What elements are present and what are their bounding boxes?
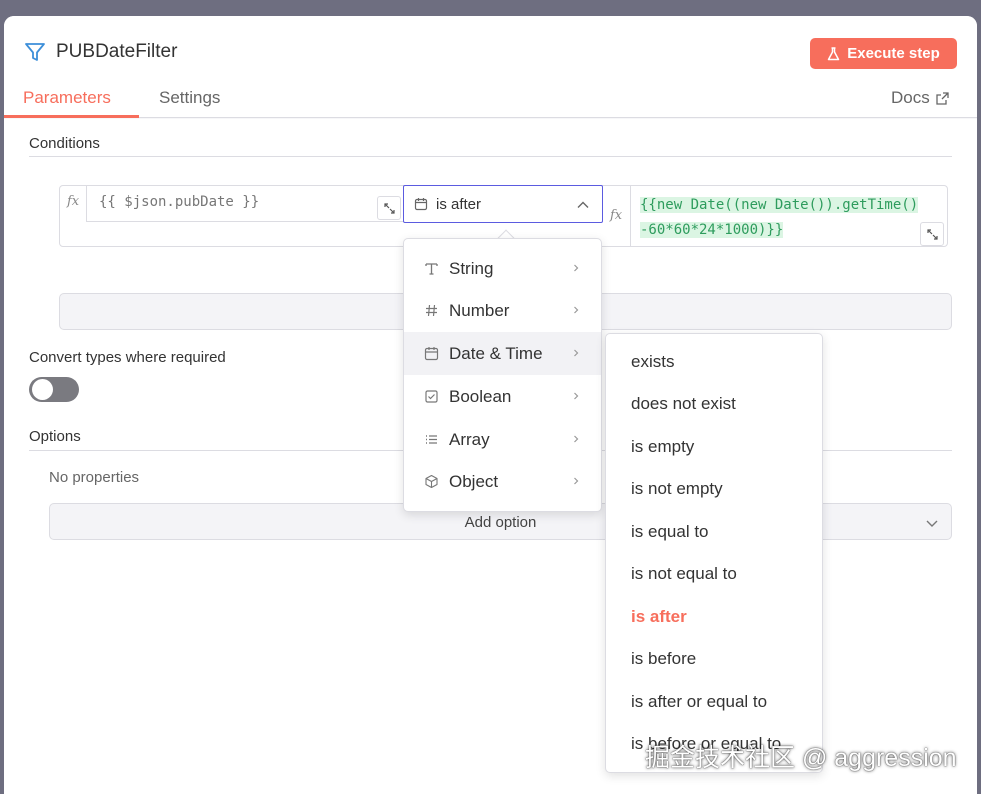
conditions-divider <box>29 156 952 157</box>
node-title[interactable]: PUBDateFilter <box>56 41 177 63</box>
left-value-text: {{ $json.pubDate }} <box>99 194 260 210</box>
type-menu-label: Date & Time <box>449 344 543 363</box>
chevron-right-icon <box>574 435 579 443</box>
active-tab-indicator <box>4 115 139 118</box>
type-menu: String Number Date & Time Boolean Array <box>403 238 602 512</box>
type-menu-item-date-time[interactable]: Date & Time <box>404 332 601 375</box>
expand-editor-button[interactable] <box>377 196 401 220</box>
operator-option-exists[interactable]: exists <box>631 352 674 372</box>
tab-parameters[interactable]: Parameters <box>23 88 111 108</box>
operator-option-does-not-exist[interactable]: does not exist <box>631 394 736 414</box>
operator-option-is-empty[interactable]: is empty <box>631 437 694 457</box>
convert-types-label: Convert types where required <box>29 349 226 366</box>
conditions-label: Conditions <box>29 135 100 152</box>
list-icon <box>426 435 437 444</box>
type-menu-label: Array <box>449 430 490 449</box>
fx-icon: fx <box>67 194 80 209</box>
operator-menu: exists does not exist is empty is not em… <box>605 333 823 773</box>
chevron-up-icon <box>577 201 589 208</box>
watermark: 掘金技术社区 @ aggression <box>645 744 957 772</box>
operator-select[interactable]: is after <box>403 185 603 223</box>
type-menu-label: Boolean <box>449 387 512 406</box>
type-menu-item-number[interactable]: Number <box>404 289 601 332</box>
docs-link[interactable]: Docs <box>891 88 949 108</box>
right-value-separator <box>630 185 631 247</box>
no-properties-text: No properties <box>49 469 140 486</box>
convert-types-toggle[interactable] <box>29 377 79 402</box>
expand-icon <box>926 228 938 240</box>
expand-editor-button-right[interactable] <box>920 222 944 246</box>
flask-icon <box>827 46 840 60</box>
type-menu-item-boolean[interactable]: Boolean <box>404 375 601 418</box>
right-value-line1: {{new Date((new Date()).getTime() <box>640 197 919 213</box>
chevron-right-icon <box>574 477 579 485</box>
left-value-input[interactable]: {{ $json.pubDate }} <box>86 185 404 222</box>
type-menu-item-array[interactable]: Array <box>404 418 601 461</box>
fx-icon-right: fx <box>610 208 623 223</box>
cube-icon <box>425 474 438 489</box>
operator-value: is after <box>436 196 482 213</box>
right-value-line2: -60*60*24*1000)}} <box>640 222 784 238</box>
chevron-right-icon <box>574 306 579 314</box>
type-menu-label: Object <box>449 472 499 491</box>
checkbox-icon <box>425 390 438 403</box>
chevron-right-icon <box>574 264 579 272</box>
external-link-icon <box>936 91 949 105</box>
hash-icon <box>426 304 437 317</box>
operator-option-is-before[interactable]: is before <box>631 649 696 669</box>
execute-step-label: Execute step <box>847 45 940 62</box>
right-value-input[interactable]: {{new Date((new Date()).getTime() -60*60… <box>640 193 940 243</box>
text-type-icon <box>425 263 438 275</box>
operator-option-is-not-empty[interactable]: is not empty <box>631 479 723 499</box>
calendar-icon <box>424 347 439 361</box>
options-label: Options <box>29 428 81 445</box>
chevron-right-icon <box>574 392 579 400</box>
operator-option-is-equal-to[interactable]: is equal to <box>631 522 709 542</box>
operator-option-is-not-equal-to[interactable]: is not equal to <box>631 564 737 584</box>
type-menu-label: Number <box>449 301 510 320</box>
type-menu-item-string[interactable]: String <box>404 247 601 290</box>
expand-icon <box>383 202 395 214</box>
chevron-right-icon <box>574 349 579 357</box>
operator-option-is-after[interactable]: is after <box>631 607 687 627</box>
operator-option-is-after-or-equal-to[interactable]: is after or equal to <box>631 692 767 712</box>
type-menu-item-object[interactable]: Object <box>404 460 601 503</box>
panel-header: PUBDateFilter Execute step Parameters Se… <box>4 16 977 118</box>
execute-step-button[interactable]: Execute step <box>810 38 957 69</box>
toggle-knob <box>32 379 53 400</box>
tab-settings[interactable]: Settings <box>159 88 220 108</box>
filter-icon <box>25 43 45 61</box>
calendar-icon <box>414 198 428 211</box>
docs-label: Docs <box>891 88 930 107</box>
type-menu-label: String <box>449 259 494 278</box>
chevron-down-icon <box>926 520 938 527</box>
